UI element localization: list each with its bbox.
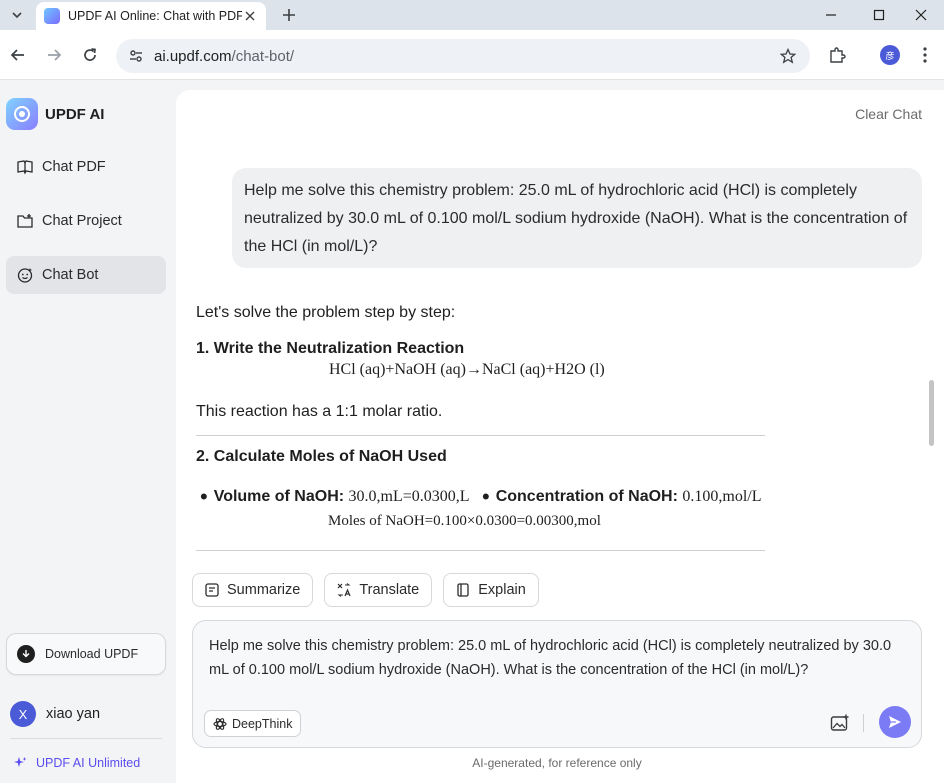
maximize-button[interactable]: [856, 0, 902, 30]
close-icon: [915, 9, 927, 21]
summarize-button[interactable]: Summarize: [192, 573, 314, 607]
answer-ratio-text: This reaction has a 1:1 molar ratio.: [196, 403, 443, 420]
folder-icon: [16, 212, 34, 230]
sidebar-divider: [10, 738, 162, 739]
message-composer[interactable]: Help me solve this chemistry problem: 25…: [192, 620, 922, 748]
maximize-icon: [873, 9, 885, 21]
arrow-left-icon: [10, 49, 24, 61]
summarize-icon: [203, 581, 221, 599]
back-button[interactable]: [6, 43, 30, 67]
unlimited-label: UPDF AI Unlimited: [36, 756, 141, 770]
send-button[interactable]: [879, 706, 911, 738]
sparkle-icon: [12, 755, 28, 771]
download-icon: [17, 645, 35, 663]
atom-icon: [213, 717, 227, 731]
tab-search-button[interactable]: [6, 4, 28, 26]
puzzle-icon: [830, 47, 846, 63]
deepthink-label: DeepThink: [232, 716, 293, 731]
upload-image-button[interactable]: [829, 712, 851, 734]
moles-equation: Moles of NaOH=0.100×0.0300=0.00300,mol: [328, 513, 601, 529]
chat-panel: Clear Chat Help me solve this chemistry …: [176, 90, 944, 783]
tab-close-button[interactable]: [242, 8, 258, 24]
close-icon: [245, 11, 255, 21]
book-icon: [454, 581, 472, 599]
chat-scrollbar[interactable]: [929, 380, 934, 446]
bookmark-button[interactable]: [778, 46, 798, 66]
message-input[interactable]: Help me solve this chemistry problem: 25…: [209, 634, 909, 682]
url-path: /chat-bot/: [231, 47, 295, 65]
action-buttons: Summarize Translate Explain: [192, 573, 550, 607]
composer-separator: [863, 714, 864, 732]
url-host: ai.updf.com: [154, 47, 232, 65]
forward-button[interactable]: [42, 43, 66, 67]
clear-chat-button[interactable]: Clear Chat: [855, 106, 922, 122]
site-info-button[interactable]: [126, 46, 146, 66]
answer-step1-heading: 1. Write the Neutralization Reaction: [196, 340, 465, 357]
open-book-icon: [16, 158, 34, 176]
reload-button[interactable]: [78, 43, 102, 67]
address-bar[interactable]: ai.updf.com/chat-bot/: [116, 39, 810, 73]
browser-tab-strip: UPDF AI Online: Chat with PDF: [0, 0, 944, 30]
bot-face-icon: [16, 266, 34, 284]
summarize-label: Summarize: [227, 582, 301, 598]
updf-favicon-icon: [44, 8, 60, 24]
chevron-down-icon: [12, 12, 22, 19]
browser-toolbar: ai.updf.com/chat-bot/ 彦: [0, 30, 944, 80]
bullet-dot: •: [200, 484, 208, 509]
send-icon: [889, 716, 901, 728]
star-icon: [780, 48, 796, 64]
plus-icon: [283, 9, 295, 21]
answer-step2-heading: 2. Calculate Moles of NaOH Used: [196, 448, 447, 465]
profile-avatar[interactable]: 彦: [880, 45, 900, 65]
bullet-dot: •: [482, 484, 490, 509]
brand-name: UPDF AI: [45, 106, 105, 123]
updf-logo-icon: [6, 98, 38, 130]
translate-icon: [335, 581, 353, 599]
more-vertical-icon: [923, 47, 927, 63]
avatar: X: [10, 701, 36, 727]
download-label: Download UPDF: [45, 647, 139, 661]
image-add-icon: [830, 714, 849, 731]
bullet-label: Concentration of NaOH:: [495, 488, 678, 505]
download-updf-button[interactable]: Download UPDF: [6, 633, 166, 675]
browser-tab[interactable]: UPDF AI Online: Chat with PDF: [36, 2, 266, 30]
minimize-button[interactable]: [808, 0, 854, 30]
sidebar-item-chat-pdf[interactable]: Chat PDF: [6, 148, 166, 186]
arrow-right-icon: [48, 49, 62, 61]
close-window-button[interactable]: [898, 0, 944, 30]
ai-disclaimer: AI-generated, for reference only: [472, 756, 642, 770]
translate-label: Translate: [359, 582, 420, 598]
sidebar-item-label: Chat PDF: [42, 159, 106, 175]
bullet-value: 30.0,mL=0.0300,L: [348, 488, 470, 505]
user-account[interactable]: X xiao yan: [10, 701, 100, 727]
answer-intro: Let's solve the problem step by step:: [196, 304, 456, 321]
sidebar-item-label: Chat Project: [42, 213, 122, 229]
minimize-icon: [826, 14, 836, 16]
user-name: xiao yan: [46, 706, 101, 722]
tune-icon: [130, 50, 142, 62]
bullet-value: 0.100,mol/L: [682, 488, 762, 505]
extensions-button[interactable]: [826, 44, 848, 66]
sidebar: UPDF AI Chat PDF Chat Project Chat Bot D…: [0, 80, 176, 783]
reload-icon: [84, 48, 96, 61]
tab-title: UPDF AI Online: Chat with PDF: [68, 9, 242, 23]
bullet-label: Volume of NaOH:: [213, 488, 345, 505]
url-text: ai.updf.com/chat-bot/: [154, 48, 294, 65]
reaction-equation: HCl (aq)+NaOH (aq)→NaCl (aq)+H2O (l): [329, 361, 605, 378]
answer-divider: [196, 435, 765, 436]
explain-label: Explain: [478, 582, 526, 598]
new-tab-button[interactable]: [278, 4, 300, 26]
browser-menu-button[interactable]: [914, 44, 936, 66]
sidebar-item-chat-project[interactable]: Chat Project: [6, 202, 166, 240]
sidebar-item-label: Chat Bot: [42, 267, 99, 283]
deepthink-toggle[interactable]: DeepThink: [204, 710, 302, 737]
updf-ai-app: UPDF AI Chat PDF Chat Project Chat Bot D…: [0, 80, 944, 783]
sidebar-item-chat-bot[interactable]: Chat Bot: [6, 256, 166, 294]
updf-ai-unlimited-link[interactable]: UPDF AI Unlimited: [12, 755, 140, 771]
answer-bullets: • Volume of NaOH: 30.0,mL=0.0300,L • Conce…: [200, 484, 761, 510]
explain-button[interactable]: Explain: [443, 573, 539, 607]
answer-divider: [196, 550, 765, 551]
translate-button[interactable]: Translate: [324, 573, 433, 607]
user-message-bubble: Help me solve this chemistry problem: 25…: [232, 168, 922, 268]
